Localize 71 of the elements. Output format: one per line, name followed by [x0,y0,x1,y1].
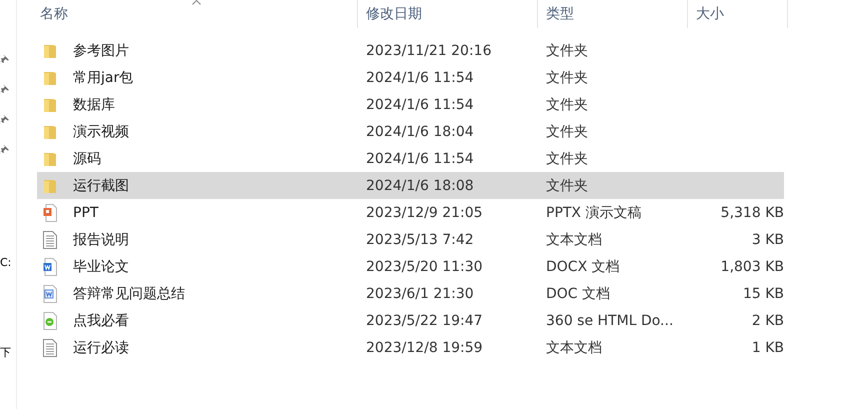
text-file-icon [43,338,59,356]
column-header[interactable]: 名称 [37,0,358,28]
file-name[interactable]: 报告说明 [73,230,129,248]
nav-item[interactable]: C: [0,255,12,271]
nav-item[interactable]: 下 [0,345,11,361]
presentation-file-icon [43,204,59,222]
file-row[interactable]: 运行必读 2023/12/8 19:59 文本文档 1 KB [37,334,784,361]
pin-icon[interactable] [0,145,9,154]
file-type: 360 se HTML Do... [546,312,674,328]
pin-icon[interactable] [0,85,9,94]
file-type: DOC 文档 [546,286,610,302]
file-size: 15 KB [742,286,784,302]
text-file-icon [43,230,59,248]
modified-date: 2023/12/9 21:05 [366,204,483,220]
file-type: 文件夹 [546,124,588,140]
file-type: 文件夹 [546,70,588,86]
modified-date: 2023/5/13 7:42 [366,232,474,248]
file-type: 文件夹 [546,42,588,58]
file-name[interactable]: 运行截图 [73,176,129,194]
modified-date: 2023/5/22 19:47 [366,312,483,328]
file-name[interactable]: 运行必读 [73,338,129,356]
modified-date: 2023/12/8 19:59 [366,340,483,356]
file-name[interactable]: 源码 [73,150,101,168]
pin-icon[interactable] [0,55,9,64]
modified-date: 2024/1/6 18:08 [366,178,474,194]
file-type: 文件夹 [546,178,588,194]
column-header[interactable]: 修改日期 [358,0,538,28]
column-header[interactable]: 类型 [538,0,688,28]
file-row[interactable]: 运行截图 2024/1/6 18:08 文件夹 [37,172,784,199]
sort-caret-icon [192,0,201,5]
file-size: 5,318 KB [720,204,784,220]
file-size: 1,803 KB [720,258,784,274]
file-type: 文件夹 [546,96,588,112]
modified-date: 2023/11/21 20:16 [366,42,492,58]
file-row[interactable]: 报告说明 2023/5/13 7:42 文本文档 3 KB [37,226,784,253]
file-size: 1 KB [752,340,784,356]
file-type: DOCX 文档 [546,258,620,274]
file-name[interactable]: 参考图片 [73,42,129,60]
web-file-icon [43,312,59,330]
file-name[interactable]: 常用jar包 [73,68,134,86]
file-row[interactable]: 数据库 2024/1/6 11:54 文件夹 [37,91,784,118]
column-header[interactable]: 大小 [688,0,788,28]
file-row[interactable]: 源码 2024/1/6 11:54 文件夹 [37,145,784,172]
file-type: 文件夹 [546,150,588,166]
file-size: 3 KB [752,232,784,248]
file-row[interactable]: 常用jar包 2024/1/6 11:54 文件夹 [37,64,784,91]
file-row[interactable]: 答辩常见问题总结 2023/6/1 21:30 DOC 文档 15 KB [37,280,784,307]
file-type: PPTX 演示文稿 [546,204,642,220]
modified-date: 2023/6/1 21:30 [366,286,474,302]
file-size: 2 KB [752,312,784,328]
file-name[interactable]: PPT [73,204,98,220]
file-name[interactable]: 点我必看 [73,312,129,330]
modified-date: 2024/1/6 11:54 [366,70,474,86]
file-row[interactable]: 毕业论文 2023/5/20 11:30 DOCX 文档 1,803 KB [37,253,784,280]
document-file-icon [43,258,59,276]
file-type: 文本文档 [546,340,602,356]
file-name[interactable]: 答辩常见问题总结 [73,284,185,302]
file-name[interactable]: 毕业论文 [73,258,129,276]
pin-icon[interactable] [0,115,9,124]
file-row[interactable]: 演示视频 2024/1/6 18:04 文件夹 [37,118,784,145]
file-row[interactable]: PPT 2023/12/9 21:05 PPTX 演示文稿 5,318 KB [37,199,784,226]
file-row[interactable]: 参考图片 2023/11/21 20:16 文件夹 [37,37,784,64]
modified-date: 2024/1/6 18:04 [366,124,474,140]
file-type: 文本文档 [546,232,602,248]
modified-date: 2024/1/6 11:54 [366,96,474,112]
file-row[interactable]: 点我必看 2023/5/22 19:47 360 se HTML Do... 2 KB [37,307,784,334]
modified-date: 2024/1/6 11:54 [366,150,474,166]
modified-date: 2023/5/20 11:30 [366,258,483,274]
file-name[interactable]: 演示视频 [73,122,129,140]
file-name[interactable]: 数据库 [73,96,115,114]
document-file-icon [43,284,59,302]
